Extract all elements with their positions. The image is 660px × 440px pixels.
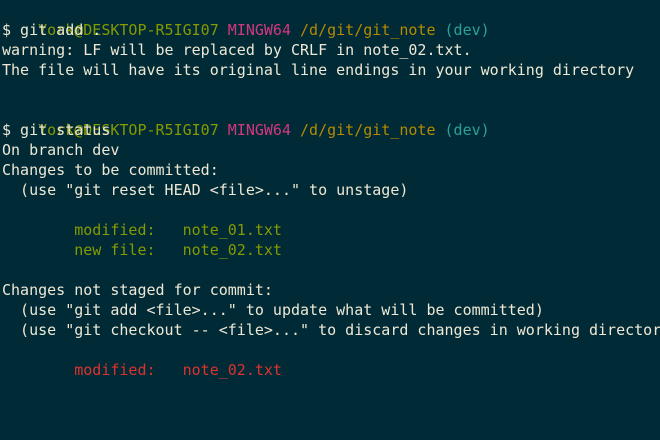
file-status: modified:: [74, 361, 156, 379]
output-line: (use "git reset HEAD <file>..." to unsta…: [2, 181, 409, 199]
file-status: modified:: [74, 221, 156, 239]
file-name: note_02.txt: [182, 241, 282, 259]
prompt-line: York@DESKTOP-R5IGI07 MINGW64 /d/git/git_…: [2, 0, 660, 39]
prompt-line: York@DESKTOP-R5IGI07 MINGW64 /d/git/git_…: [2, 420, 660, 440]
terminal-window[interactable]: York@DESKTOP-R5IGI07 MINGW64 /d/git/git_…: [0, 0, 660, 440]
prompt-path: /d/git/git_note: [300, 121, 436, 139]
output-line: (use "git add <file>..." to update what …: [2, 301, 544, 319]
unstaged-file-entry: modified: note_02.txt: [2, 360, 660, 380]
output-line: Changes to be committed:: [2, 161, 219, 179]
file-name: note_01.txt: [182, 221, 282, 239]
file-status: new file:: [74, 241, 156, 259]
prompt-branch: (dev): [444, 21, 490, 39]
output-line: (use "git checkout -- <file>..." to disc…: [2, 321, 660, 339]
prompt-line: York@DESKTOP-R5IGI07 MINGW64 /d/git/git_…: [2, 100, 660, 139]
staged-file-entry: modified: note_01.txt: [2, 220, 660, 240]
output-line: Changes not staged for commit:: [2, 281, 273, 299]
prompt-shell: MINGW64: [227, 121, 291, 139]
file-name: note_02.txt: [182, 361, 282, 379]
output-line: warning: LF will be replaced by CRLF in …: [2, 41, 472, 59]
prompt-path: /d/git/git_note: [300, 21, 436, 39]
staged-file-entry: new file: note_02.txt: [2, 240, 660, 260]
prompt-shell: MINGW64: [227, 21, 291, 39]
prompt-branch: (dev): [444, 121, 490, 139]
output-line: On branch dev: [2, 141, 120, 159]
output-line: The file will have its original line end…: [2, 61, 635, 79]
